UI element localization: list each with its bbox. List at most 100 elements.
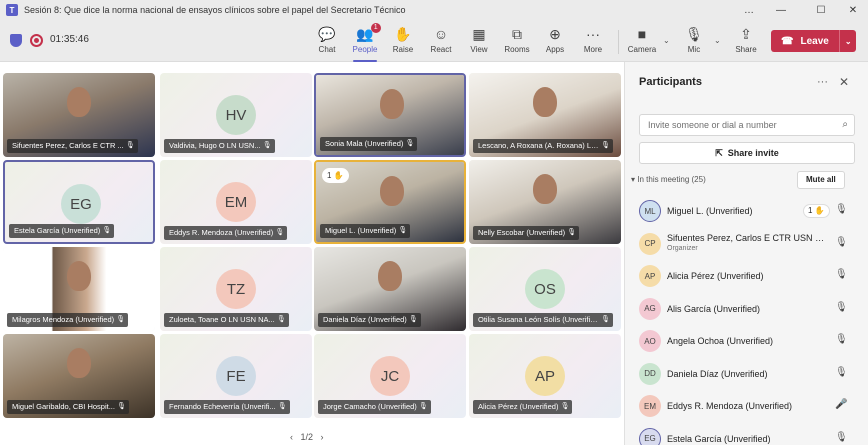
more-button[interactable]: ··· More [575,24,611,60]
participant-row[interactable]: ML Miguel L. (Unverified) 1 ✋ 🎙 [637,196,863,226]
video-tile[interactable]: Milagros Mendoza (Unverified) 🎙 [3,247,155,331]
share-icon: ⇪ [740,26,752,42]
video-tile[interactable]: Sifuentes Perez, Carlos E CTR ... 🎙 [3,73,155,157]
avatar: DD [639,362,661,385]
raised-hand-badge: 1 ✋ [322,168,349,183]
video-tile[interactable]: EM Eddys R. Mendoza (Unverified) 🎙 [160,160,312,244]
participant-name-label: Eddys R. Mendoza (Unverified) 🎙 [164,226,288,240]
view-button[interactable]: ▦ View [461,24,497,60]
participant-row[interactable]: AG Alis García (Unverified) 🎙 [637,294,863,324]
camera-options-chevron-icon[interactable]: ⌄ [663,36,670,45]
video-tile[interactable]: TZ Zuloeta, Toane O LN USN NA... 🎙 [160,247,312,331]
rooms-button[interactable]: ⧉ Rooms [499,24,535,60]
share-invite-button[interactable]: ⇱ Share invite [639,142,855,164]
mic-off-icon: 🎙 [560,403,570,410]
panel-close-icon[interactable]: ✕ [839,75,849,89]
apps-button[interactable]: ⊕ Apps [537,24,573,60]
participant-name: Eddys R. Mendoza (Unverified) [667,401,793,411]
mic-off-icon[interactable]: 🎙 [835,269,848,280]
invite-placeholder: Invite someone or dial a number [648,120,777,130]
share-invite-label: Share invite [727,148,779,158]
in-meeting-section-toggle[interactable]: ▾ In this meeting (25) [631,175,706,184]
mute-all-button[interactable]: Mute all [797,171,845,189]
mic-off-icon: 🎙 [277,403,287,410]
leave-label: Leave [800,35,829,47]
video-tile[interactable]: JC Jorge Camacho (Unverified) 🎙 [314,334,466,418]
video-tile[interactable]: Lescano, A Roxana (A. Roxana) LN... 🎙 [469,73,621,157]
mic-off-icon: 🎙 [601,142,610,149]
recording-icon [30,34,43,47]
person-silhouette [378,261,402,291]
participant-name-label: Estela García (Unverified) 🎙 [9,224,115,238]
participants-panel: Participants ··· ✕ Invite someone or dia… [624,62,868,445]
leave-options-chevron-icon[interactable]: ⌄ [845,37,852,46]
mic-off-icon[interactable]: 🎙 [835,367,848,378]
mic-off-icon[interactable]: 🎙 [835,302,848,313]
people-icon: 👥 1 [356,23,381,44]
people-button[interactable]: 👥 1 People [347,23,383,62]
video-tile[interactable]: Daniela Díaz (Unverified) 🎙 [314,247,466,331]
next-page-icon[interactable]: › [321,432,324,442]
avatar: EG [639,427,661,445]
video-tile[interactable]: Nelly Escobar (Unverified) 🎙 [469,160,621,244]
minimize-button[interactable]: — [766,0,796,20]
participant-row[interactable]: EG Estela García (Unverified) 🎙 [637,424,863,445]
mic-options-chevron-icon[interactable]: ⌄ [714,36,721,45]
avatar: TZ [216,269,256,309]
video-grid: ‹ 1/2 › Sifuentes Perez, Carlos E CTR ..… [0,62,624,445]
participant-name-text: Sonia Mala (Unverified) [325,139,404,148]
participant-row[interactable]: EM Eddys R. Mendoza (Unverified) 🎤 [637,391,863,421]
mic-off-icon[interactable]: 🎙 [835,432,848,443]
person-silhouette [67,87,91,117]
video-tile[interactable]: Miguel Garibaldo, CBI Hospit... 🎙 [3,334,155,418]
video-tile[interactable]: 1 ✋ Miguel L. (Unverified) 🎙 [314,160,466,244]
close-window-button[interactable]: ✕ [838,0,868,20]
react-button[interactable]: ☺ React [423,24,459,60]
invite-search-input[interactable]: Invite someone or dial a number ⌕ [639,114,855,136]
participant-name: Daniela Díaz (Unverified) [667,368,768,379]
participant-row[interactable]: CP Sifuentes Perez, Carlos E CTR USN N...… [637,229,863,259]
participant-row[interactable]: DD Daniela Díaz (Unverified) 🎙 [637,359,863,389]
mic-off-icon: 🎙 [685,26,703,42]
meeting-timer: 01:35:46 [50,34,89,45]
participant-row[interactable]: AP Alicia Pérez (Unverified) 🎙 [637,261,863,291]
mic-off-icon: 🎙 [418,403,428,410]
participant-name-label: Valdivia, Hugo O LN USN... 🎙 [164,139,275,153]
chat-button[interactable]: 💬 Chat [309,24,345,60]
avatar: JC [370,356,410,396]
video-tile[interactable]: EG Estela García (Unverified) 🎙 [3,160,155,244]
video-tile[interactable]: HV Valdivia, Hugo O LN USN... 🎙 [160,73,312,157]
camera-button[interactable]: ■ Camera [624,24,660,60]
maximize-button[interactable]: ☐ [806,0,836,20]
video-tile[interactable]: FE Fernando Echeverría (Unverifi... 🎙 [160,334,312,418]
share-button[interactable]: ⇪ Share [728,24,764,60]
participant-name: Estela García (Unverified) [667,433,771,444]
video-tile[interactable]: AP Alicia Pérez (Unverified) 🎙 [469,334,621,418]
participant-row[interactable]: AO Angela Ochoa (Unverified) 🎙 [637,326,863,356]
window-more-button[interactable]: … [734,0,764,20]
avatar: EM [216,182,256,222]
mic-off-icon[interactable]: 🎙 [835,334,848,345]
panel-more-icon[interactable]: ··· [817,76,828,88]
video-tile[interactable]: Sonia Mala (Unverified) 🎙 [314,73,466,157]
mic-button[interactable]: 🎙 Mic [676,24,712,60]
mic-off-icon[interactable]: 🎙 [835,237,848,248]
window-title: Sesión 8: Que dice la norma nacional de … [24,5,406,15]
participant-name-text: Zuloeta, Toane O LN USN NA... [169,315,275,324]
person-silhouette [533,87,557,117]
prev-page-icon[interactable]: ‹ [290,432,293,442]
participant-name-label: Sifuentes Perez, Carlos E CTR ... 🎙 [7,139,138,153]
search-icon: ⌕ [842,119,848,130]
leave-button[interactable]: ☎ Leave ⌄ [771,30,856,52]
avatar: HV [216,95,256,135]
person-silhouette [67,261,91,291]
participant-name-text: Daniela Díaz (Unverified) [323,315,407,324]
mic-off-icon[interactable]: 🎙 [835,204,848,215]
participant-name-label: Otilia Susana León Solís (Unverifie... 🎙 [473,313,613,327]
person-silhouette [533,174,557,204]
mic-icon[interactable]: 🎤 [835,399,847,410]
person-silhouette [380,176,404,206]
video-tile[interactable]: OS Otilia Susana León Solís (Unverifie...… [469,247,621,331]
raise-hand-button[interactable]: ✋ Raise [385,24,421,60]
smiley-icon: ☺ [433,26,449,42]
